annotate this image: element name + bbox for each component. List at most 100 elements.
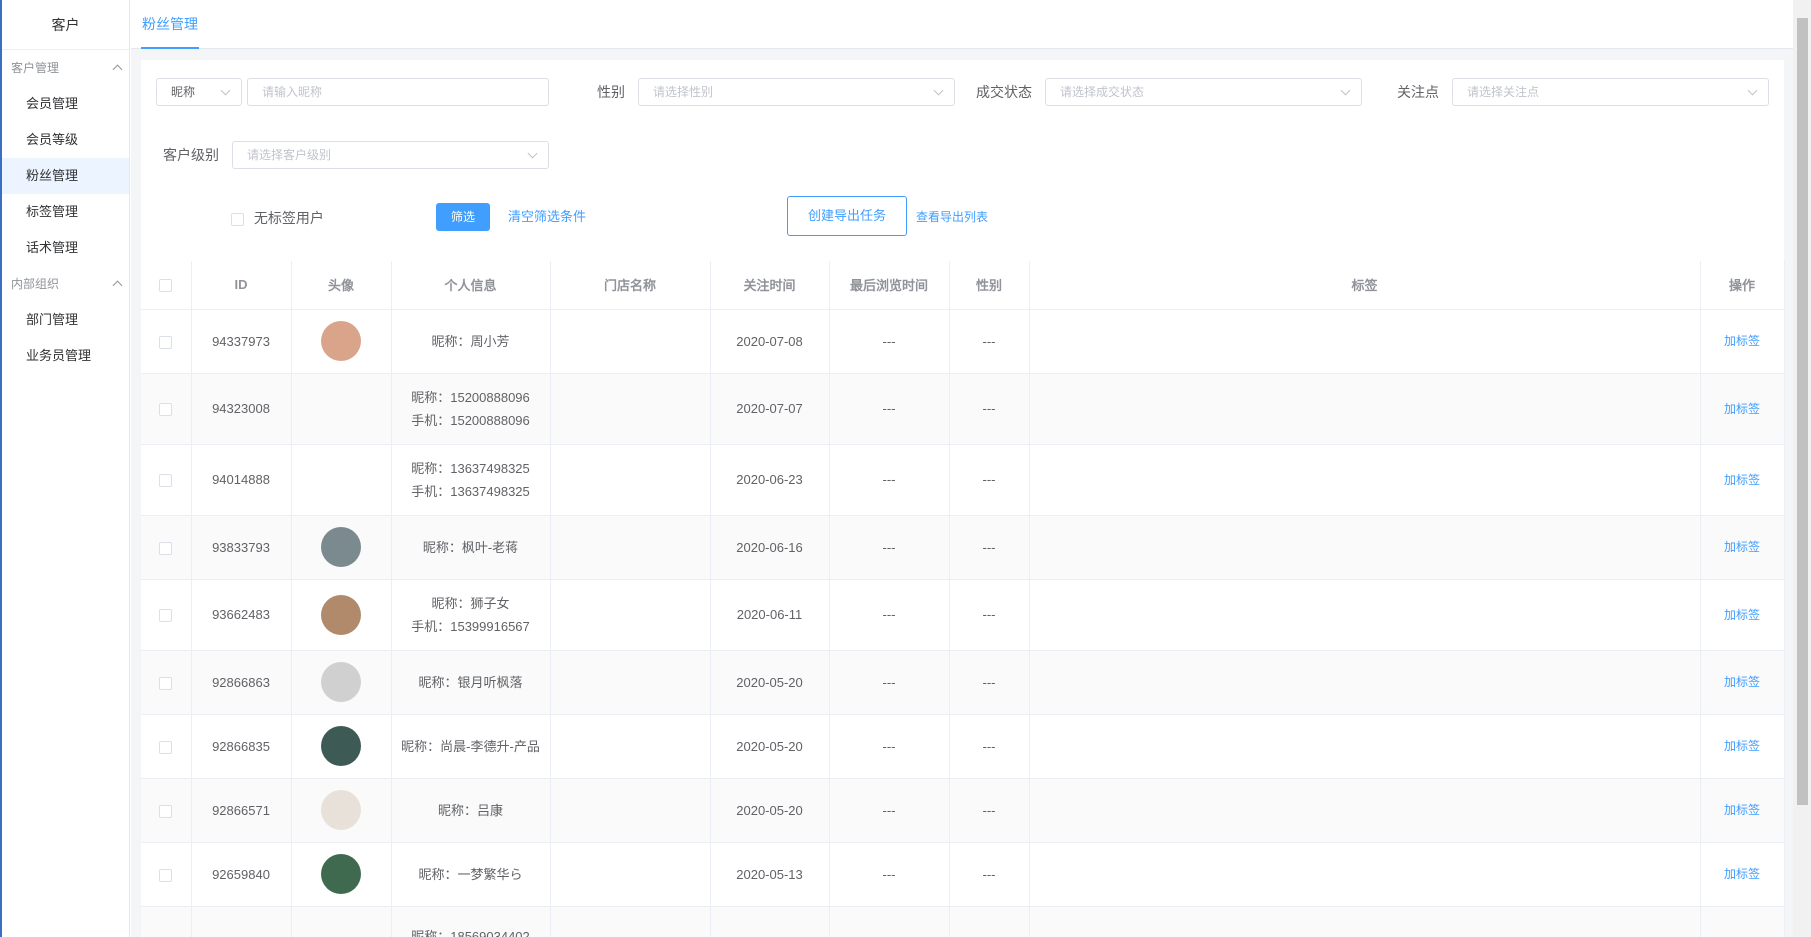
gender-select[interactable]: 请选择性别 bbox=[638, 78, 955, 106]
row-select-cell bbox=[141, 778, 192, 843]
sidebar-item-salespeople[interactable]: 业务员管理 bbox=[2, 338, 129, 374]
gender-cell: --- bbox=[949, 515, 1030, 580]
row-checkbox[interactable] bbox=[159, 541, 173, 555]
chevron-down-icon bbox=[1747, 85, 1758, 96]
follow-point-select[interactable]: 请选择关注点 bbox=[1452, 78, 1769, 106]
add-tag-link[interactable]: 加标签 bbox=[1724, 803, 1760, 817]
actions-cell: 加标签 bbox=[1700, 579, 1785, 651]
store-cell bbox=[550, 373, 711, 445]
add-tag-link[interactable]: 加标签 bbox=[1724, 739, 1760, 753]
row-select-cell bbox=[141, 579, 192, 651]
fans-table: ID 头像 个人信息 门店名称 关注时间 最后浏览时间 性别 标签 操作 943… bbox=[141, 261, 1785, 937]
chevron-down-icon bbox=[220, 85, 231, 96]
table-row: 92659840 昵称：一梦繁华ら 2020-05-13 --- --- 加标签 bbox=[141, 842, 1785, 907]
actions-cell: 加标签 bbox=[1700, 309, 1785, 374]
nickname-text: 昵称：13637498325 bbox=[411, 460, 530, 476]
create-export-button[interactable]: 创建导出任务 bbox=[787, 196, 908, 236]
search-type-value: 昵称 bbox=[171, 85, 196, 99]
add-tag-link[interactable]: 加标签 bbox=[1724, 402, 1760, 416]
tab-bar: 粉丝管理 bbox=[131, 0, 1793, 49]
id-cell: 92866571 bbox=[191, 778, 292, 843]
nickname-text: 昵称：周小芳 bbox=[431, 333, 510, 349]
info-cell: 昵称：一梦繁华ら bbox=[391, 842, 551, 907]
search-type-select[interactable]: 昵称 bbox=[156, 78, 242, 106]
select-all-checkbox[interactable] bbox=[159, 279, 173, 293]
row-checkbox[interactable] bbox=[159, 403, 173, 417]
add-tag-link[interactable]: 加标签 bbox=[1724, 608, 1760, 622]
col-tags: 标签 bbox=[1029, 261, 1701, 310]
filter-button[interactable]: 筛选 bbox=[436, 203, 491, 231]
add-tag-link[interactable]: 加标签 bbox=[1724, 334, 1760, 348]
sidebar-group-org[interactable]: 内部组织 bbox=[2, 266, 129, 302]
gender-cell bbox=[949, 906, 1030, 937]
col-info: 个人信息 bbox=[391, 261, 551, 310]
follow-time-cell: 2020-05-20 bbox=[710, 650, 830, 715]
row-checkbox[interactable] bbox=[159, 335, 173, 349]
add-tag-link[interactable]: 加标签 bbox=[1724, 473, 1760, 487]
follow-time-cell: 2020-05-13 bbox=[710, 842, 830, 907]
gender-cell: --- bbox=[949, 579, 1030, 651]
actions-cell: 加标签 bbox=[1700, 515, 1785, 580]
col-id: ID bbox=[191, 261, 292, 310]
sidebar-item-members[interactable]: 会员管理 bbox=[2, 86, 129, 122]
scrollbar-thumb[interactable] bbox=[1797, 18, 1808, 805]
add-tag-link[interactable]: 加标签 bbox=[1724, 540, 1760, 554]
actions-cell: 加标签 bbox=[1700, 714, 1785, 779]
no-tag-filter[interactable]: 无标签用户 bbox=[231, 204, 324, 232]
avatar bbox=[321, 594, 361, 635]
add-tag-link[interactable]: 加标签 bbox=[1724, 675, 1760, 689]
phone-text: 手机：15399916567 bbox=[411, 618, 530, 634]
avatar-cell bbox=[291, 714, 392, 779]
page-scrollbar[interactable] bbox=[1793, 0, 1811, 937]
tags-cell bbox=[1029, 579, 1701, 651]
avatar bbox=[321, 321, 361, 361]
chevron-down-icon bbox=[527, 148, 538, 159]
row-checkbox[interactable] bbox=[159, 474, 173, 488]
sidebar-item-member-levels[interactable]: 会员等级 bbox=[2, 122, 129, 158]
avatar-cell bbox=[291, 515, 392, 580]
chevron-up-icon bbox=[112, 266, 123, 304]
id-cell: 92866863 bbox=[191, 650, 292, 715]
avatar-cell bbox=[291, 373, 392, 445]
row-checkbox[interactable] bbox=[159, 609, 173, 623]
deal-status-select[interactable]: 请选择成交状态 bbox=[1045, 78, 1362, 106]
row-checkbox[interactable] bbox=[159, 804, 173, 818]
avatar bbox=[321, 527, 361, 567]
col-store: 门店名称 bbox=[550, 261, 711, 310]
no-tag-checkbox[interactable] bbox=[231, 212, 244, 226]
store-cell bbox=[550, 515, 711, 580]
sidebar-item-departments[interactable]: 部门管理 bbox=[2, 302, 129, 338]
gender-cell: --- bbox=[949, 444, 1030, 516]
tags-cell bbox=[1029, 906, 1701, 937]
col-last-browse: 最后浏览时间 bbox=[829, 261, 950, 310]
add-tag-link[interactable]: 加标签 bbox=[1724, 867, 1760, 881]
follow-time-cell: 2020-07-08 bbox=[710, 309, 830, 374]
sidebar-group-customer[interactable]: 客户管理 bbox=[2, 50, 129, 86]
tab-fans[interactable]: 粉丝管理 bbox=[141, 0, 199, 49]
tags-cell bbox=[1029, 515, 1701, 580]
tags-cell bbox=[1029, 309, 1701, 374]
last-browse-cell: --- bbox=[829, 444, 950, 516]
sidebar-item-scripts[interactable]: 话术管理 bbox=[2, 230, 129, 266]
row-checkbox[interactable] bbox=[159, 676, 173, 690]
row-checkbox[interactable] bbox=[159, 868, 173, 882]
customer-level-select[interactable]: 请选择客户级别 bbox=[232, 141, 549, 169]
avatar-cell bbox=[291, 842, 392, 907]
search-input[interactable]: 请输入昵称 bbox=[247, 78, 549, 106]
table-row: 94337973 昵称：周小芳 2020-07-08 --- --- 加标签 bbox=[141, 309, 1785, 374]
row-checkbox[interactable] bbox=[159, 740, 173, 754]
last-browse-cell: --- bbox=[829, 714, 950, 779]
clear-filters-link[interactable]: 清空筛选条件 bbox=[508, 203, 586, 231]
last-browse-cell: --- bbox=[829, 515, 950, 580]
customer-level-placeholder: 请选择客户级别 bbox=[247, 148, 332, 162]
info-cell: 昵称：枫叶-老蒋 bbox=[391, 515, 551, 580]
sidebar-item-tags[interactable]: 标签管理 bbox=[2, 194, 129, 230]
nickname-text: 昵称：吕康 bbox=[437, 802, 503, 818]
sidebar-item-fans[interactable]: 粉丝管理 bbox=[2, 158, 129, 194]
export-list-link[interactable]: 查看导出列表 bbox=[916, 203, 988, 231]
id-cell: 92659840 bbox=[191, 842, 292, 907]
last-browse-cell: --- bbox=[829, 650, 950, 715]
table-row: 昵称：18569034402 bbox=[141, 906, 1785, 937]
nickname-text: 昵称：一梦繁华ら bbox=[418, 866, 523, 882]
store-cell bbox=[550, 444, 711, 516]
